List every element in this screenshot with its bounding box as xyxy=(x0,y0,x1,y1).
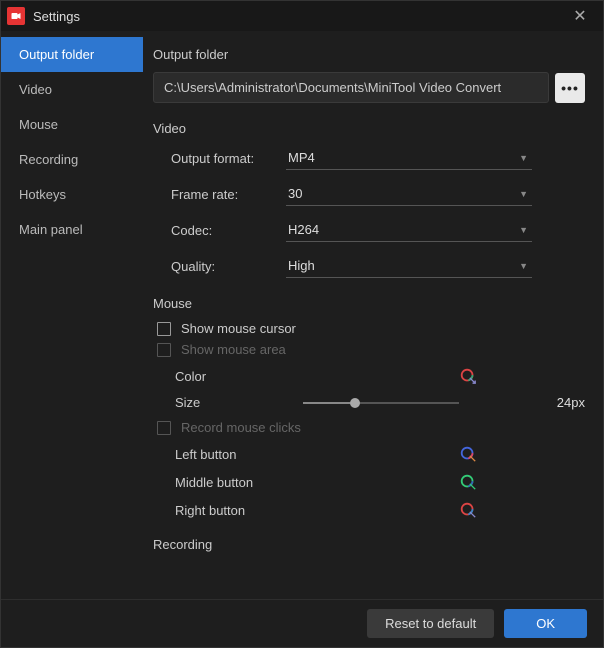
output-format-label: Output format: xyxy=(171,151,286,166)
output-format-value: MP4 xyxy=(288,150,315,165)
footer: Reset to default OK xyxy=(1,599,603,647)
quality-value: High xyxy=(288,258,315,273)
sidebar-item-main-panel[interactable]: Main panel xyxy=(1,212,143,247)
sidebar-item-video[interactable]: Video xyxy=(1,72,143,107)
mouse-heading: Mouse xyxy=(153,296,585,311)
body: Output folder Video Mouse Recording Hotk… xyxy=(1,31,603,599)
size-value: 24px xyxy=(537,395,585,410)
reset-button[interactable]: Reset to default xyxy=(367,609,494,638)
close-icon: ✕ xyxy=(573,6,586,26)
right-button-label: Right button xyxy=(175,503,303,518)
output-folder-row: C:\Users\Administrator\Documents\MiniToo… xyxy=(153,72,585,103)
output-folder-heading: Output folder xyxy=(153,47,585,62)
chevron-down-icon: ▼ xyxy=(519,261,528,271)
titlebar: Settings ✕ xyxy=(1,1,603,31)
close-button[interactable]: ✕ xyxy=(563,1,597,31)
video-heading: Video xyxy=(153,121,585,136)
browse-button[interactable]: ••• xyxy=(555,73,585,103)
sidebar-item-recording[interactable]: Recording xyxy=(1,142,143,177)
recording-heading: Recording xyxy=(153,537,585,552)
frame-rate-label: Frame rate: xyxy=(171,187,286,202)
chevron-down-icon: ▼ xyxy=(519,189,528,199)
ok-button[interactable]: OK xyxy=(504,609,587,638)
cursor-color-icon[interactable] xyxy=(459,473,477,491)
show-cursor-checkbox[interactable] xyxy=(157,322,171,336)
chevron-down-icon: ▼ xyxy=(519,153,528,163)
size-label: Size xyxy=(175,395,303,410)
output-folder-input[interactable]: C:\Users\Administrator\Documents\MiniToo… xyxy=(153,72,549,103)
frame-rate-value: 30 xyxy=(288,186,302,201)
window-title: Settings xyxy=(33,9,80,24)
cursor-color-icon[interactable] xyxy=(459,445,477,463)
record-clicks-checkbox xyxy=(157,421,171,435)
color-label: Color xyxy=(175,369,303,384)
more-icon: ••• xyxy=(561,80,579,96)
sidebar-item-mouse[interactable]: Mouse xyxy=(1,107,143,142)
sidebar-item-output-folder[interactable]: Output folder xyxy=(1,37,143,72)
app-icon xyxy=(7,7,25,25)
slider-thumb[interactable] xyxy=(350,398,360,408)
record-clicks-row: Record mouse clicks xyxy=(157,420,585,435)
quality-select[interactable]: High ▼ xyxy=(286,254,532,278)
codec-label: Codec: xyxy=(171,223,286,238)
settings-window: Settings ✕ Output folder Video Mouse Rec… xyxy=(0,0,604,648)
output-format-select[interactable]: MP4 ▼ xyxy=(286,146,532,170)
size-slider[interactable] xyxy=(303,402,459,404)
sidebar: Output folder Video Mouse Recording Hotk… xyxy=(1,31,143,599)
record-clicks-label: Record mouse clicks xyxy=(181,420,301,435)
left-button-label: Left button xyxy=(175,447,303,462)
show-cursor-label: Show mouse cursor xyxy=(181,321,296,336)
cursor-color-icon[interactable] xyxy=(459,367,477,385)
middle-button-label: Middle button xyxy=(175,475,303,490)
codec-value: H264 xyxy=(288,222,319,237)
show-area-label: Show mouse area xyxy=(181,342,286,357)
show-area-checkbox xyxy=(157,343,171,357)
frame-rate-select[interactable]: 30 ▼ xyxy=(286,182,532,206)
cursor-color-icon[interactable] xyxy=(459,501,477,519)
codec-select[interactable]: H264 ▼ xyxy=(286,218,532,242)
content[interactable]: Output folder C:\Users\Administrator\Doc… xyxy=(143,31,603,599)
show-area-row: Show mouse area xyxy=(157,342,585,357)
show-cursor-row[interactable]: Show mouse cursor xyxy=(157,321,585,336)
sidebar-item-hotkeys[interactable]: Hotkeys xyxy=(1,177,143,212)
chevron-down-icon: ▼ xyxy=(519,225,528,235)
quality-label: Quality: xyxy=(171,259,286,274)
